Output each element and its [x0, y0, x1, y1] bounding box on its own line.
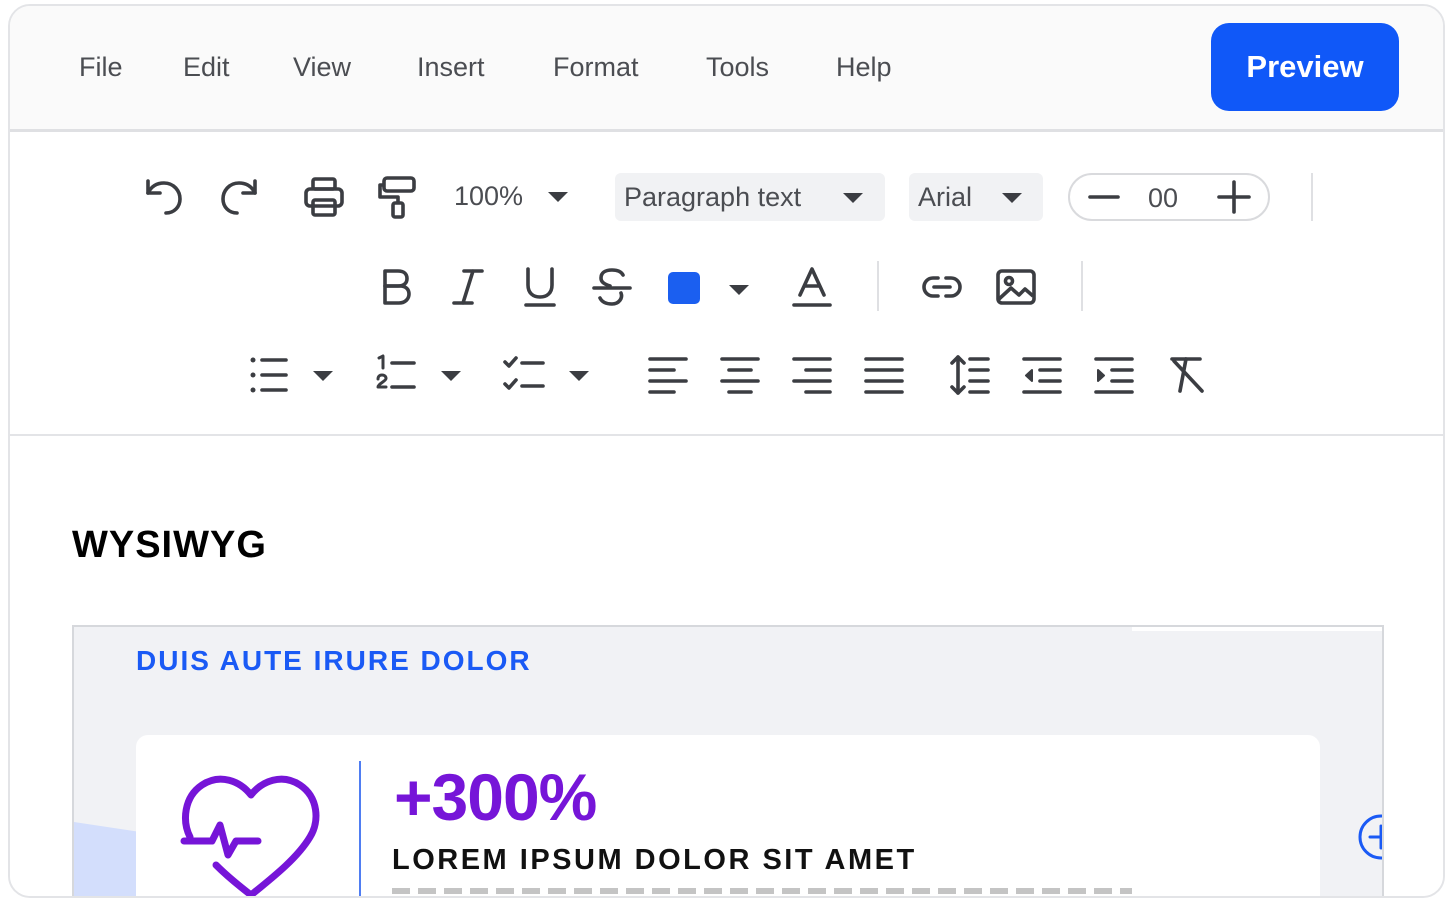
justify-icon[interactable]: [862, 353, 906, 397]
menu-bar: File Edit View Insert Format Tools Help …: [10, 6, 1443, 132]
chevron-down-icon: [842, 191, 864, 205]
stat-label: LOREM IPSUM DOLOR SIT AMET: [392, 844, 917, 876]
embedded-block[interactable]: DUIS AUTE IRURE DOLOR +300% LOREM IPSUM …: [72, 625, 1384, 896]
document-title[interactable]: WYSIWYG: [72, 524, 267, 567]
menu-file[interactable]: File: [79, 52, 123, 83]
document-canvas[interactable]: WYSIWYG DUIS AUTE IRURE DOLOR +300% LORE…: [10, 438, 1443, 896]
chevron-down-icon[interactable]: [728, 283, 750, 297]
redo-icon[interactable]: [217, 175, 261, 219]
toolbar-divider: [1311, 173, 1313, 221]
font-family-value: Arial: [918, 182, 973, 212]
decrease-indent-icon[interactable]: [1020, 353, 1064, 397]
menu-help[interactable]: Help: [836, 52, 892, 83]
menu-edit[interactable]: Edit: [183, 52, 230, 83]
chevron-down-icon[interactable]: [312, 369, 334, 383]
card-divider: [359, 761, 361, 896]
checklist-icon[interactable]: [502, 353, 546, 397]
embed-heading: DUIS AUTE IRURE DOLOR: [136, 645, 532, 676]
line-spacing-icon[interactable]: [948, 353, 992, 397]
add-circle-icon[interactable]: [1357, 813, 1384, 861]
image-icon[interactable]: [994, 265, 1038, 309]
embed-top-highlight: [1132, 627, 1382, 631]
chevron-down-icon: [1001, 191, 1023, 205]
menu-tools[interactable]: Tools: [706, 52, 769, 83]
toolbar-divider: [1081, 261, 1083, 311]
stat-card: +300% LOREM IPSUM DOLOR SIT AMET: [136, 735, 1382, 896]
text-color-swatch[interactable]: [668, 272, 700, 304]
heart-pulse-icon: [180, 775, 320, 896]
editor-window: File Edit View Insert Format Tools Help …: [8, 4, 1445, 898]
chevron-down-icon[interactable]: [440, 369, 462, 383]
zoom-value: 100%: [454, 181, 524, 211]
paragraph-style-select[interactable]: Paragraph text: [615, 173, 885, 221]
menu-insert[interactable]: Insert: [417, 52, 485, 83]
increase-indent-icon[interactable]: [1092, 353, 1136, 397]
menu-view[interactable]: View: [293, 52, 351, 83]
strikethrough-icon[interactable]: [590, 265, 634, 309]
stat-value: +300%: [394, 760, 597, 834]
italic-icon[interactable]: [446, 265, 490, 309]
chevron-down-icon[interactable]: [568, 369, 590, 383]
formatting-toolbar: 100% Paragraph text Arial 00: [10, 135, 1443, 436]
font-size-stepper: 00: [1068, 173, 1270, 221]
minus-icon[interactable]: [1084, 175, 1124, 219]
align-right-icon[interactable]: [790, 353, 834, 397]
paint-format-icon[interactable]: [376, 175, 420, 219]
zoom-select[interactable]: 100%: [450, 170, 580, 220]
bold-icon[interactable]: [374, 265, 418, 309]
numbered-list-icon[interactable]: [374, 353, 418, 397]
print-icon[interactable]: [302, 175, 346, 219]
undo-icon[interactable]: [142, 175, 186, 219]
toolbar-divider: [877, 261, 879, 311]
underline-icon[interactable]: [518, 265, 562, 309]
text-color-icon[interactable]: [790, 265, 834, 309]
link-icon[interactable]: [920, 265, 964, 309]
font-family-select[interactable]: Arial: [909, 173, 1043, 221]
font-size-value[interactable]: 00: [1148, 183, 1178, 214]
bulleted-list-icon[interactable]: [246, 353, 290, 397]
preview-button[interactable]: Preview: [1211, 23, 1399, 111]
stat-description-cutoff: [392, 888, 1132, 894]
menu-format[interactable]: Format: [553, 52, 639, 83]
paragraph-style-value: Paragraph text: [624, 182, 802, 212]
plus-icon[interactable]: [1214, 175, 1254, 219]
align-center-icon[interactable]: [718, 353, 762, 397]
chevron-down-icon: [547, 190, 569, 204]
clear-formatting-icon[interactable]: [1166, 353, 1210, 397]
align-left-icon[interactable]: [646, 353, 690, 397]
